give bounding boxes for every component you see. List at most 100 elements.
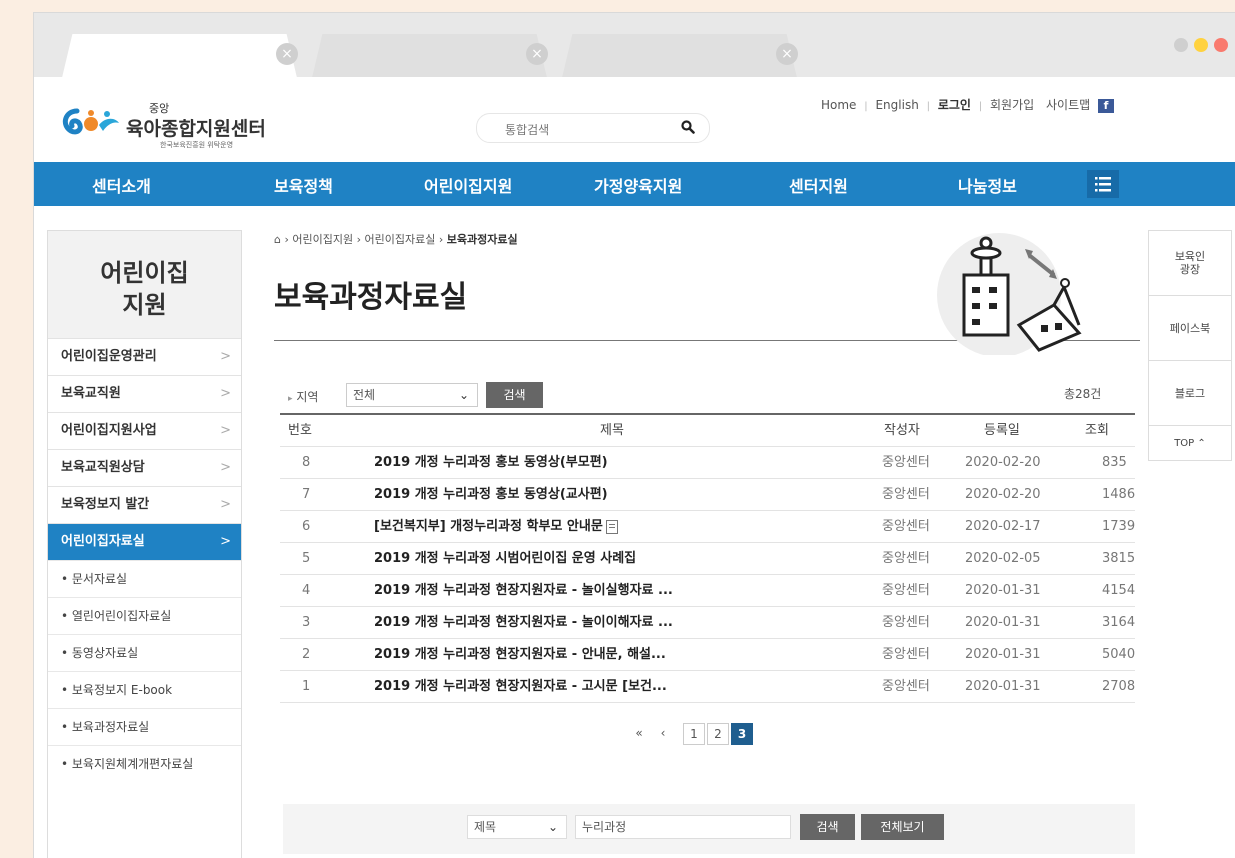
cell-title[interactable]: 2019 개정 누리과정 홍보 동영상(부모편) [374,447,608,478]
breadcrumb-item[interactable]: 어린이집지원 [292,233,353,246]
cell-title[interactable]: 2019 개정 누리과정 현장지원자료 - 놀이이해자료 ... [374,607,673,638]
search-keyword-input[interactable]: 누리과정 [575,815,791,839]
cell-views: 3815 [1102,543,1135,574]
cell-date-text: 2020-02-05 [965,551,1041,566]
cell-title-text: 2019 개정 누리과정 현장지원자료 - 놀이실행자료 ... [374,583,673,598]
table-row[interactable]: 3 2019 개정 누리과정 현장지원자료 - 놀이이해자료 ... 중앙센터 202… [280,607,1135,639]
cell-date-text: 2020-01-31 [965,583,1041,598]
quick-facebook[interactable]: 페이스북 [1149,296,1231,361]
sidebar-item-staff[interactable]: 보육교직원 > [48,375,241,412]
page-button-current[interactable]: 3 [731,723,753,745]
all-menu-button[interactable] [1087,170,1119,198]
nav-item-daycare-support[interactable]: 어린이집지원 [424,173,512,197]
sidebar-item-publication[interactable]: 보육정보지 발간 > [48,486,241,523]
global-search-input[interactable]: 통합검색 [476,113,710,143]
sidebar-subitem-videos[interactable]: • 동영상자료실 [48,634,241,671]
cell-title[interactable]: [보건복지부] 개정누리과정 학부모 안내문 [374,511,618,542]
sidebar-item-staff-counsel[interactable]: 보육교직원상담 > [48,449,241,486]
sidebar-subitem-open-daycare[interactable]: • 열린어린이집자료실 [48,597,241,634]
cell-date: 2020-01-31 [965,575,1041,606]
cell-date-text: 2020-02-20 [965,487,1041,502]
sidebar-subitem-curriculum[interactable]: • 보육과정자료실 [48,708,241,745]
sitemap-link[interactable]: 사이트맵 [1046,98,1090,112]
tab-close-icon[interactable]: × [526,43,548,65]
site-logo[interactable]: 중앙 육아종합지원센터 한국보육진흥원 위탁운영 [59,103,266,149]
table-row[interactable]: 8 2019 개정 누리과정 홍보 동영상(부모편) 중앙센터 2020-02-20 8… [280,447,1135,479]
search-button[interactable]: 검색 [800,814,855,840]
utility-nav: Home | English | 로그인 | 회원가입 사이트맵 f [819,96,1116,113]
first-page-icon[interactable]: « [629,723,649,743]
home-icon[interactable]: ⌂ [274,233,281,246]
cell-author-text: 중앙센터 [882,551,930,566]
window-close-icon[interactable] [1214,38,1228,52]
browser-tab-3[interactable] [562,34,797,77]
cell-date: 2020-01-31 [965,607,1041,638]
bottom-search-bar: 제목 ⌄ 누리과정 검색 전체보기 [283,804,1135,854]
sidebar-item-operation[interactable]: 어린이집운영관리 > [48,338,241,375]
page-button[interactable]: 2 [707,723,729,745]
sidebar-subitem-ebook[interactable]: • 보육정보지 E-book [48,671,241,708]
region-select[interactable]: 전체 ⌄ [346,383,478,407]
cell-title[interactable]: 2019 개정 누리과정 시범어린이집 운영 사례집 [374,543,636,574]
quick-menu: 보육인 광장 페이스북 블로그 TOP ⌃ [1148,230,1232,461]
signup-link[interactable]: 회원가입 [990,98,1034,112]
cell-views-text: 3164 [1102,615,1136,630]
english-link[interactable]: English [875,98,918,112]
cell-title[interactable]: 2019 개정 누리과정 홍보 동영상(교사편) [374,479,608,510]
nav-item-sharing-info[interactable]: 나눔정보 [958,173,1017,197]
breadcrumb-separator: › [280,233,293,246]
nav-item-center-support[interactable]: 센터지원 [789,173,848,197]
breadcrumb-separator: › [353,233,365,246]
table-row[interactable]: 6 [보건복지부] 개정누리과정 학부모 안내문 중앙센터 2020-02-17 173… [280,511,1135,543]
table-row[interactable]: 2 2019 개정 누리과정 현장지원자료 - 안내문, 해설... 중앙센터 202… [280,639,1135,671]
bullet-icon: ▸ [288,394,293,404]
home-link[interactable]: Home [821,98,856,112]
sidebar-title-line2: 지원 [122,291,167,319]
cell-title[interactable]: 2019 개정 누리과정 현장지원자료 - 고시문 [보건... [374,671,667,702]
tab-close-icon[interactable]: × [276,43,298,65]
tab-close-icon[interactable]: × [776,43,798,65]
logo-small-text: 중앙 [149,102,170,115]
login-link[interactable]: 로그인 [938,98,971,112]
nav-item-childcare-policy[interactable]: 보육정책 [274,173,333,197]
search-icon[interactable] [681,120,695,134]
table-row[interactable]: 1 2019 개정 누리과정 현장지원자료 - 고시문 [보건... 중앙센터 202… [280,671,1135,703]
sidebar-subitem-documents[interactable]: • 문서자료실 [48,560,241,597]
page-button[interactable]: 1 [683,723,705,745]
sidebar-title: 어린이집 지원 [48,230,241,338]
cell-title-text: 2019 개정 누리과정 홍보 동영상(부모편) [374,455,608,470]
nav-item-home-parenting[interactable]: 가정양육지원 [594,173,682,197]
prev-page-icon[interactable]: ‹ [653,723,673,743]
cell-title-text: 2019 개정 누리과정 현장지원자료 - 놀이이해자료 ... [374,615,673,630]
nav-item-center-intro[interactable]: 센터소개 [92,173,151,197]
table-row[interactable]: 4 2019 개정 누리과정 현장지원자료 - 놀이실행자료 ... 중앙센터 202… [280,575,1135,607]
chevron-down-icon: ⌄ [458,388,469,402]
cell-title[interactable]: 2019 개정 누리과정 현장지원자료 - 안내문, 해설... [374,639,666,670]
separator: | [978,101,983,112]
cell-views-text: 1739 [1102,519,1136,534]
scroll-top-button[interactable]: TOP ⌃ [1149,426,1231,460]
table-row[interactable]: 5 2019 개정 누리과정 시범어린이집 운영 사례집 중앙센터 2020-02-0… [280,543,1135,575]
sidebar-item-resources[interactable]: 어린이집자료실 > [48,523,241,560]
quick-label: 블로그 [1174,386,1206,400]
facebook-icon[interactable]: f [1098,98,1114,113]
sidebar-item-label: 보육정보지 발간 [61,497,150,512]
quick-childcare-plaza[interactable]: 보육인 광장 [1149,231,1231,296]
browser-tab-2[interactable] [312,34,547,77]
cell-title-text: 2019 개정 누리과정 현장지원자료 - 안내문, 해설... [374,647,666,662]
window-minimize-icon[interactable] [1174,38,1188,52]
cell-title[interactable]: 2019 개정 누리과정 현장지원자료 - 놀이실행자료 ... [374,575,673,606]
search-field-select[interactable]: 제목 ⌄ [467,815,567,839]
sidebar-subitem-system-reform[interactable]: • 보육지원체계개편자료실 [48,745,241,782]
sidebar-item-support-project[interactable]: 어린이집지원사업 > [48,412,241,449]
sidebar-item-label: 어린이집지원사업 [61,423,157,438]
table-row[interactable]: 7 2019 개정 누리과정 홍보 동영상(교사편) 중앙센터 2020-02-20 1… [280,479,1135,511]
breadcrumb-item[interactable]: 어린이집자료실 [365,233,436,246]
quick-blog[interactable]: 블로그 [1149,361,1231,426]
window-maximize-icon[interactable] [1194,38,1208,52]
view-all-button[interactable]: 전체보기 [861,814,944,840]
browser-tab-1[interactable] [62,34,297,77]
region-search-button[interactable]: 검색 [486,382,543,408]
cell-views-text: 3815 [1102,551,1136,566]
cell-date-text: 2020-02-20 [965,455,1041,470]
